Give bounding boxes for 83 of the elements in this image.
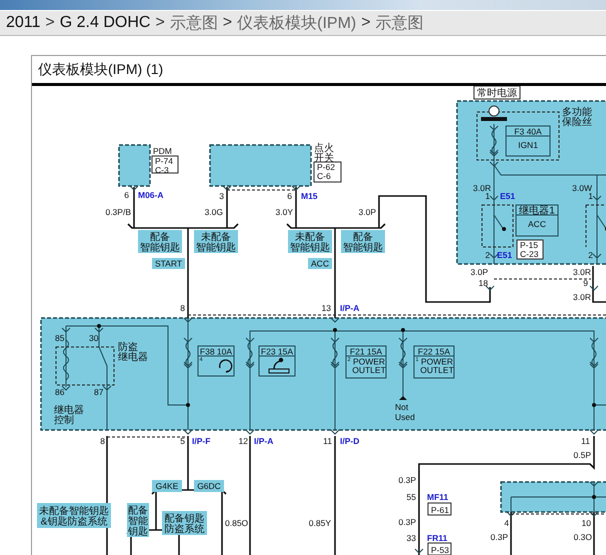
reference-label: P-61 bbox=[428, 502, 452, 516]
breadcrumb-link[interactable]: 示意图 bbox=[170, 12, 218, 34]
breadcrumb-separator: > bbox=[155, 14, 165, 32]
wire-label: 0.3P bbox=[398, 475, 416, 485]
pin-number: 86 bbox=[55, 387, 64, 397]
wire-label: 3.0R bbox=[573, 292, 591, 302]
option-tag: 未配备 智能钥匙 bbox=[288, 230, 332, 254]
wire-label: 3.0G bbox=[204, 207, 223, 217]
option-tag: 配备 智能钥匙 bbox=[341, 230, 385, 254]
pin-number: 8 bbox=[180, 303, 185, 313]
pin-number: 2 bbox=[485, 250, 490, 260]
pin-number: 11 bbox=[581, 436, 590, 446]
wire-label: 0.3P bbox=[490, 532, 508, 542]
wire-label: 0.85Y bbox=[308, 518, 331, 528]
option-tag: ACC bbox=[308, 258, 332, 269]
option-tag: START bbox=[152, 258, 185, 269]
pin-number: 10 bbox=[582, 518, 591, 528]
wire-label: 3.0P bbox=[358, 207, 376, 217]
reference-label: P-53 bbox=[428, 542, 452, 555]
option-tag: 未配备智能钥匙 &钥匙防盗系统 bbox=[37, 503, 111, 528]
option-tag: 配备 智能钥匙 bbox=[138, 230, 182, 254]
pin-number: 33 bbox=[406, 533, 416, 543]
pin-number: 30 bbox=[89, 333, 98, 343]
pin-number: 18 bbox=[478, 278, 488, 288]
option-tag: 未配备 智能钥匙 bbox=[194, 230, 238, 254]
connector-code: I/P-F bbox=[192, 436, 210, 446]
pin-number: 2 bbox=[588, 250, 593, 260]
fuse-label: F3 40A IGN1 bbox=[506, 126, 550, 156]
option-tag: 配备钥匙 防盗系统 bbox=[162, 511, 207, 535]
reference-label: P-62 C-6 bbox=[314, 162, 342, 182]
wire-label: 3.0P bbox=[470, 267, 488, 277]
wire-label: 0.3P bbox=[398, 517, 416, 527]
pin-number: 8 bbox=[100, 436, 105, 446]
component-name: 防盗 继电器 bbox=[118, 342, 148, 363]
reference-label: 常时电源 bbox=[474, 86, 520, 100]
connector-code: E51 bbox=[500, 191, 516, 201]
wire-label: 0.5P bbox=[574, 450, 591, 460]
pin-number: 55 bbox=[406, 492, 416, 502]
connector-code: M15 bbox=[301, 191, 318, 201]
breadcrumb-separator: > bbox=[222, 14, 232, 32]
wire-label: 0.3O bbox=[574, 532, 592, 542]
pin-number: 11 bbox=[323, 436, 332, 446]
pin-number: 6 bbox=[287, 191, 292, 201]
pin-number: 85 bbox=[55, 333, 64, 343]
pin-number: 12 bbox=[238, 436, 248, 446]
option-tag: G6DC bbox=[194, 480, 224, 492]
wire-label: 3.0W bbox=[572, 183, 592, 193]
fuse-label: F23 15A bbox=[258, 346, 296, 376]
connector-code: MF11 bbox=[427, 492, 448, 502]
connector-code: M06-A bbox=[138, 190, 164, 200]
wire-label: 0.3P/B bbox=[105, 207, 131, 217]
pin-number: 6 bbox=[124, 190, 129, 200]
connector-code: I/P-A bbox=[340, 303, 360, 313]
connector-code: E51 bbox=[497, 250, 512, 260]
breadcrumb-link[interactable]: 示意图 bbox=[376, 12, 424, 34]
breadcrumb-link[interactable]: 仪表板模块(IPM) bbox=[237, 12, 356, 34]
wire-label: 3.0Y bbox=[276, 207, 293, 217]
pin-number: 9 bbox=[583, 278, 588, 288]
wire-label: 0.85O bbox=[225, 518, 248, 528]
breadcrumb-separator: > bbox=[361, 14, 371, 32]
component-name: 继电器 控制 bbox=[54, 405, 84, 426]
component-name: PDM bbox=[153, 146, 172, 156]
option-tag: G4KE bbox=[152, 480, 182, 492]
note-text: Not Used bbox=[395, 402, 415, 422]
pin-number: 4 bbox=[504, 518, 509, 528]
option-tag: 配备 智能 钥匙 bbox=[127, 503, 149, 538]
breadcrumb-separator: > bbox=[45, 14, 55, 32]
reference-label: P-15 C-23 bbox=[516, 240, 544, 260]
pin-number: 13 bbox=[322, 303, 331, 313]
connector-code: I/P-A bbox=[254, 436, 274, 446]
pin-number: 87 bbox=[94, 387, 104, 397]
pin-number: 1 bbox=[485, 191, 490, 201]
diagram-title: 仪表板模块(IPM) (1) bbox=[32, 56, 606, 86]
wire-label: 3.0R bbox=[473, 183, 491, 193]
connector-code: I/P-D bbox=[340, 436, 360, 446]
wire-label: 3.0R bbox=[573, 267, 591, 277]
pin-number: 1 bbox=[588, 191, 593, 201]
connector-code: FR11 bbox=[427, 533, 448, 543]
component-name: 多功能 保险丝 bbox=[562, 107, 592, 128]
pin-number: 3 bbox=[219, 191, 224, 201]
reference-label: P-74 C-3 bbox=[152, 156, 178, 175]
relay-label: 继电器1 ACC bbox=[516, 204, 558, 236]
pin-number: 5 bbox=[180, 436, 185, 446]
